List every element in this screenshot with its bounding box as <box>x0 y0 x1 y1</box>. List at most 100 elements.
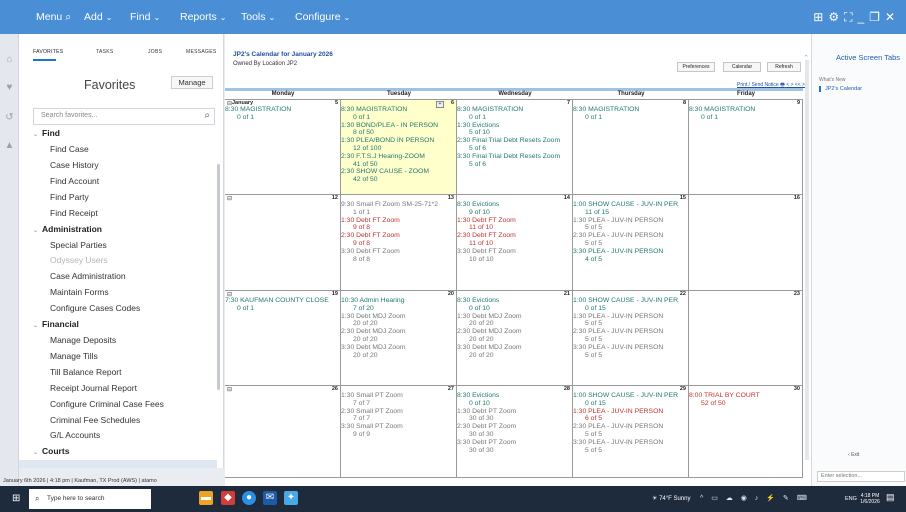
calendar-event[interactable]: 2:30 Debt MDJ Zoom 20 of 20 <box>457 328 572 344</box>
calendar-day-cell[interactable]: 13 9:30 Small Fl Zoom SM-25-71*2 1 of 1 1:3… <box>341 195 457 291</box>
calendar-event[interactable]: 8:30 Evictions 0 of 10 <box>457 392 572 408</box>
calendar-day-cell[interactable]: 16 <box>689 195 803 291</box>
tab-favorites[interactable]: FAVORITES <box>33 49 63 55</box>
event-title[interactable]: 8:30 MAGISTRATION <box>689 106 755 113</box>
calendar-day-cell[interactable]: 6 +8:30 MAGISTRATION 0 of 1 1:30 BOND/PLEA … <box>341 100 457 195</box>
calendar-event[interactable]: 2:30 Debt PT Zoom 30 of 30 <box>457 423 572 439</box>
calendar-event[interactable]: 1:30 Evictions 5 of 10 <box>457 122 572 138</box>
event-title[interactable]: 2:30 Final Trial Debt Resets Zoom <box>457 137 560 144</box>
bell-icon[interactable]: ▲ <box>4 140 15 151</box>
calendar-event[interactable]: 2:30 F.T.S.J Hearing-ZOOM 41 of 50 <box>341 153 456 169</box>
calendar-day-cell[interactable]: 23 <box>689 291 803 386</box>
event-title[interactable]: 8:30 MAGISTRATION <box>573 106 639 113</box>
settings-icon[interactable]: ⚙ <box>828 10 844 24</box>
calendar-day-cell[interactable]: 9 8:30 MAGISTRATION 0 of 1 <box>689 100 803 195</box>
manage-button[interactable]: Manage <box>171 76 213 89</box>
favorite-item[interactable]: Case Administration <box>50 271 126 281</box>
event-title[interactable]: 1:30 Debt FT Zoom <box>341 217 400 224</box>
favorite-item[interactable]: Find Account <box>50 176 99 186</box>
event-title[interactable]: 9:30 Small Fl Zoom SM-25-71*2 <box>341 201 438 208</box>
notifications-icon[interactable]: ▤ <box>886 492 895 503</box>
favorite-item[interactable]: Find Case <box>50 144 89 154</box>
favorite-item[interactable]: Maintain Forms <box>50 287 109 297</box>
preferences-button[interactable]: Preferences <box>677 62 715 72</box>
find-menu[interactable]: Find ⌄ <box>130 0 160 34</box>
calendar-button[interactable]: Calendar <box>723 62 761 72</box>
event-title[interactable]: 2:30 SHOW CAUSE - ZOOM <box>341 168 429 175</box>
whats-new-link[interactable]: What's New <box>819 77 846 83</box>
calendar-event[interactable]: 1:30 PLEA - JUV-IN PERSON 5 of 5 <box>573 217 688 233</box>
calendar-event[interactable]: 3:30 Debt MDJ Zoom 20 of 20 <box>341 344 456 360</box>
event-title[interactable]: 8:30 MAGISTRATION <box>457 106 523 113</box>
calendar-event[interactable]: 3:30 Final Trial Debt Resets Zoom 5 of 6 <box>457 153 572 169</box>
search-icon[interactable]: ⌕ <box>204 110 210 121</box>
event-title[interactable]: 3:30 Debt PT Zoom <box>457 439 516 446</box>
favorite-item[interactable]: Case History <box>50 160 99 170</box>
event-title[interactable]: 3:30 Small PT Zoom <box>341 423 403 430</box>
app-red-icon[interactable]: ◆ <box>221 491 235 505</box>
calendar-event[interactable]: 1:30 Debt MDJ Zoom 20 of 20 <box>457 313 572 329</box>
calendar-event[interactable]: 1:30 PLEA - JUV-IN PERSON 5 of 5 <box>573 313 688 329</box>
event-title[interactable]: 2:30 Debt MDJ Zoom <box>341 328 406 335</box>
calendar-event[interactable]: 3:30 PLEA - JUV-IN PERSON 5 of 5 <box>573 439 688 455</box>
calendar-event[interactable]: 1:30 PLEA/BOND IN PERSON 12 of 100 <box>341 137 456 153</box>
event-title[interactable]: 3:30 PLEA - JUV-IN PERSON <box>573 344 663 351</box>
tab-messages[interactable]: MESSAGES <box>186 49 216 55</box>
calendar-event[interactable]: 3:30 PLEA - JUV-IN PERSON 5 of 5 <box>573 344 688 360</box>
event-title[interactable]: 3:30 Debt FT Zoom <box>341 248 400 255</box>
calendar-event[interactable]: 2:30 Debt MDJ Zoom 20 of 20 <box>341 328 456 344</box>
event-title[interactable]: 1:30 Debt MDJ Zoom <box>341 313 406 320</box>
event-title[interactable]: 2:30 PLEA - JUV-IN PERSON <box>573 232 663 239</box>
calendar-day-cell[interactable]: 8 8:30 MAGISTRATION 0 of 1 <box>573 100 689 195</box>
language-indicator[interactable]: ENG <box>845 486 857 512</box>
event-title[interactable]: 8:30 MAGISTRATION <box>341 106 407 113</box>
event-title[interactable]: 3:30 PLEA - JUV-IN PERSON <box>573 439 663 446</box>
event-title[interactable]: 3:30 Debt MDJ Zoom <box>341 344 406 351</box>
calendar-event[interactable]: 1:00 SHOW CAUSE - JUV-IN PER 11 of 15 <box>573 201 688 217</box>
calendar-day-cell[interactable]: 26 ⊟ <box>225 386 341 478</box>
calendar-day-cell[interactable]: 28 8:30 Evictions 0 of 10 1:30 Debt PT Zoom… <box>457 386 573 478</box>
event-title[interactable]: 2:30 Debt PT Zoom <box>457 423 516 430</box>
event-title[interactable]: 1:30 Evictions <box>457 122 499 129</box>
calendar-day-cell[interactable]: 15 1:00 SHOW CAUSE - JUV-IN PER 11 of 15 1:… <box>573 195 689 291</box>
calendar-day-cell[interactable]: 14 8:30 Evictions 9 of 10 1:30 Debt FT Zoom… <box>457 195 573 291</box>
calendar-event[interactable]: 3:30 Debt MDJ Zoom 20 of 20 <box>457 344 572 360</box>
calendar-day-cell[interactable]: 27 1:30 Small PT Zoom 7 of 7 2:30 Small PT … <box>341 386 457 478</box>
event-title[interactable]: 3:30 PLEA - JUV-IN PERSON <box>573 248 663 255</box>
calendar-event[interactable]: 10:30 Admin Hearing 7 of 20 <box>341 297 456 313</box>
calendar-event[interactable]: 1:30 BOND/PLEA - IN PERSON 8 of 50 <box>341 122 456 138</box>
event-title[interactable]: 1:30 PLEA/BOND IN PERSON <box>341 137 434 144</box>
menu-button[interactable]: Menu ⌕ <box>36 0 71 34</box>
event-title[interactable]: 8:30 MAGISTRATION <box>225 106 291 113</box>
event-title[interactable]: 1:00 SHOW CAUSE - JUV-IN PER <box>573 392 678 399</box>
search-input[interactable]: Search favorites... <box>41 112 97 119</box>
home-icon[interactable]: ⌂ <box>4 54 15 65</box>
event-title[interactable]: 1:30 Debt FT Zoom <box>457 217 516 224</box>
close-icon[interactable]: ✕ <box>885 10 900 24</box>
system-tray[interactable]: ^ ▭ ☁ ◉ ♪ ⚡ ✎ ⌨ <box>700 486 810 512</box>
outlook-icon[interactable]: ✉ <box>263 491 277 505</box>
add-menu[interactable]: Add ⌄ <box>84 0 112 34</box>
heart-icon[interactable]: ♥ <box>4 82 15 93</box>
event-title[interactable]: 1:30 PLEA - JUV-IN PERSON <box>573 217 663 224</box>
windows-start-icon[interactable]: ⊞ <box>12 493 20 504</box>
calendar-event[interactable]: 8:30 MAGISTRATION 0 of 1 <box>341 106 456 122</box>
calendar-event[interactable]: 3:30 Small PT Zoom 9 of 9 <box>341 423 456 439</box>
event-title[interactable]: 1:00 SHOW CAUSE - JUV-IN PER <box>573 297 678 304</box>
minimize-icon[interactable]: _ <box>857 10 869 24</box>
event-title[interactable]: 7:30 KAUFMAN COUNTY CLOSE <box>225 297 329 304</box>
favorite-item[interactable]: Manage Tills <box>50 351 98 361</box>
taskbar-search[interactable]: ⌕ Type here to search <box>29 489 151 509</box>
event-title[interactable]: 1:30 PLEA - JUV-IN PERSON <box>573 313 663 320</box>
scrollbar[interactable] <box>217 164 220 390</box>
section-find[interactable]: ⌄ Find <box>33 128 60 138</box>
calendar-event[interactable]: 8:30 MAGISTRATION 0 of 1 <box>689 106 802 122</box>
favorites-search[interactable]: Search favorites... ⌕ <box>33 108 215 125</box>
calendar-day-cell[interactable]: 21 8:30 Evictions 0 of 10 1:30 Debt MDJ Zoo… <box>457 291 573 386</box>
history-icon[interactable]: ↺ <box>4 112 15 123</box>
event-title[interactable]: 3:30 Final Trial Debt Resets Zoom <box>457 153 560 160</box>
event-title[interactable]: 2:30 Debt FT Zoom <box>457 232 516 239</box>
calendar-event[interactable]: 2:30 PLEA - JUV-IN PERSON 5 of 5 <box>573 328 688 344</box>
calendar-event[interactable]: 3:30 Debt FT Zoom 10 of 10 <box>457 248 572 264</box>
new-tab-icon[interactable]: ⊞ <box>813 10 828 24</box>
